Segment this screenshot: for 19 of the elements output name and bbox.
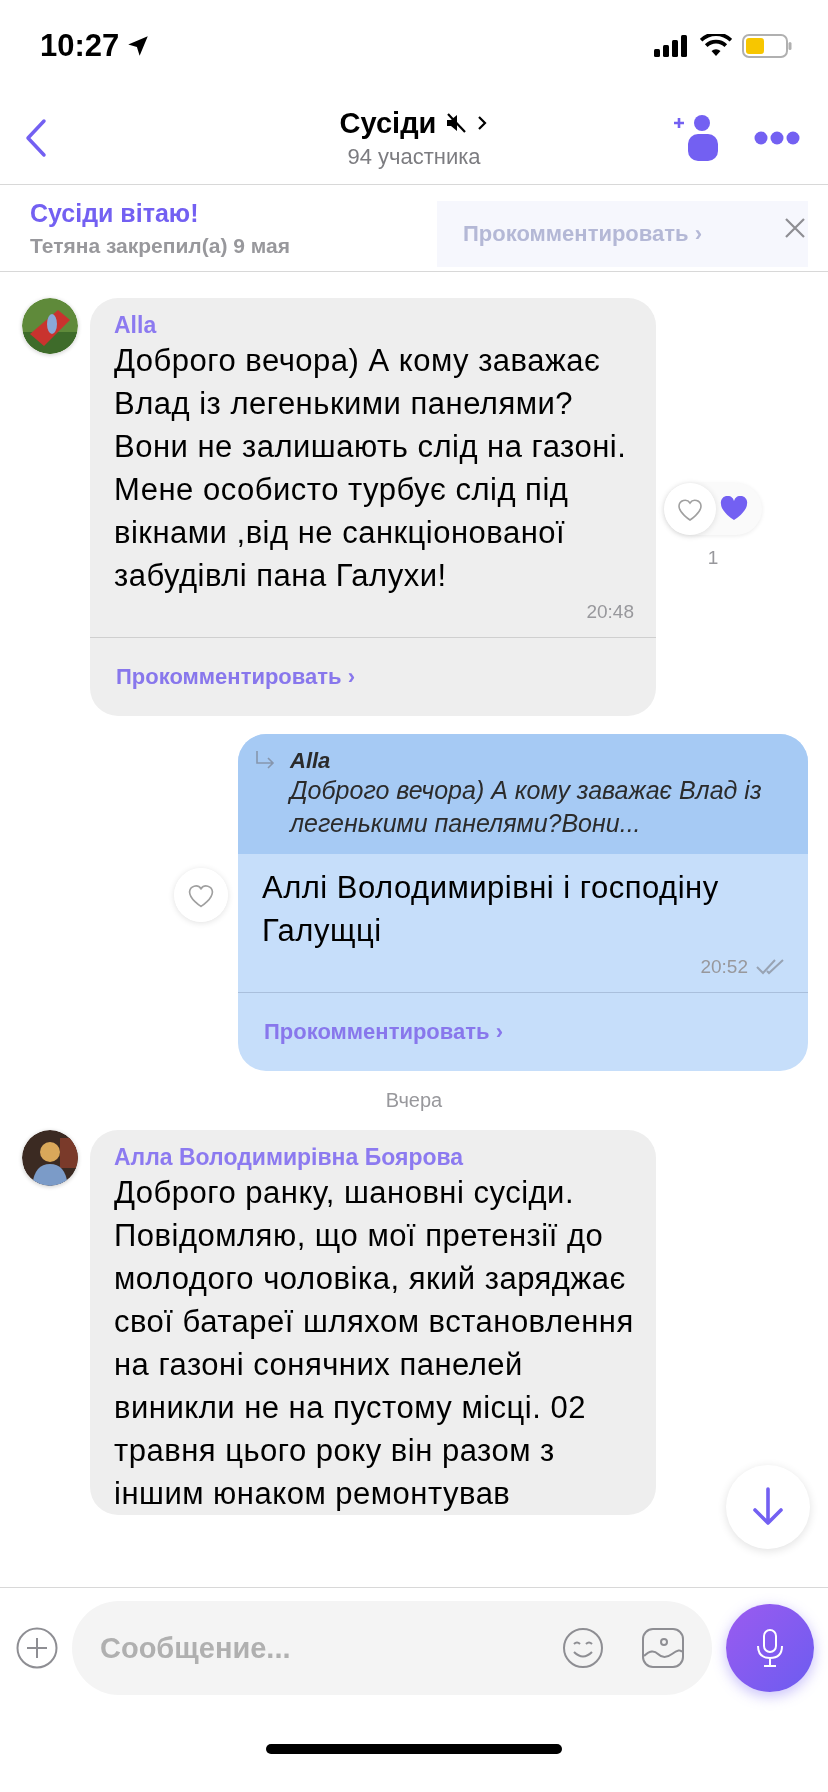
sender-name[interactable]: Алла Володимирівна Боярова: [90, 1144, 656, 1171]
comment-link[interactable]: Прокомментировать ›: [116, 664, 355, 690]
date-separator: Вчера: [385, 1089, 443, 1112]
message-time: 20:48: [586, 601, 634, 623]
message-text: Аллі Володимирівні і господіну Галущці: [261, 869, 720, 950]
comment-link[interactable]: Прокомментировать ›: [264, 1019, 503, 1045]
message-text: Доброго вечора) А кому заважає Влад із легенькими панелями?Вони не залишають слід на газоні. Мене особисто турбує слід під вікнами ,від не санкціонованої забудівлі пана Галухи!: [113, 342, 628, 595]
message-text: Доброго ранку, шановні сусіди. Повідомляю, що мої претензії до молодого чоловіка, який заряджає свої батареї шляхом встановлення на газоні сонячних панелей виникли не на пустому місці. 02 травня цього року він разом з іншим юнаком ремонтував: [113, 1174, 635, 1513]
pinned-meta: Тетяна закрепил(а) 9 мая: [30, 233, 290, 258]
sender-name[interactable]: Alla: [90, 312, 656, 339]
pinned-title[interactable]: Сусіди вітаю!: [30, 198, 290, 228]
clock: 10:27: [40, 28, 120, 64]
quoted-sender: Alla: [290, 748, 332, 774]
reaction-count: 1: [707, 547, 719, 569]
member-count: 94 участника: [347, 143, 481, 170]
message-time: 20:52: [700, 956, 748, 978]
message-input[interactable]: Сообщение...: [98, 1630, 524, 1666]
quoted-message[interactable]: Alla Доброго вечора) А кому заважає Влад із легенькими панелями?Вони...: [238, 734, 808, 854]
chat-title[interactable]: Сусіди: [339, 106, 437, 140]
